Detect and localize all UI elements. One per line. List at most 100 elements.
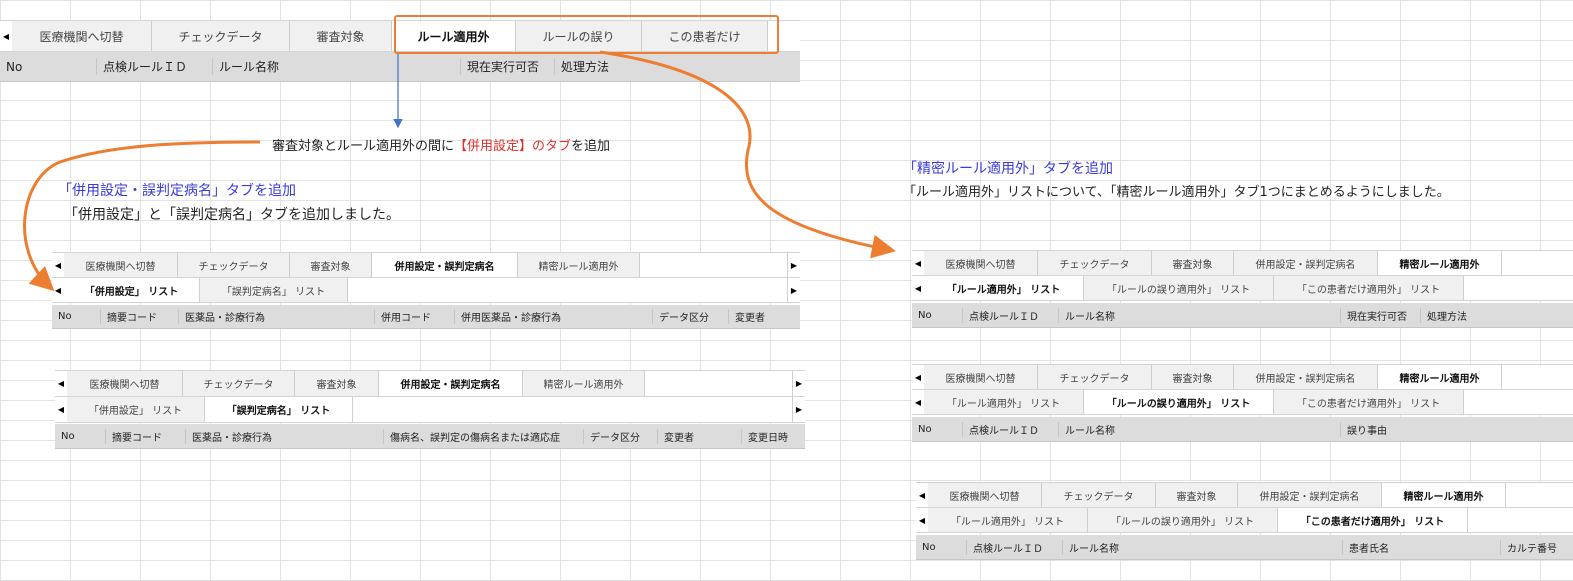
right-panel2-tab-bar: ◀ 医療機関へ切替 チェックデータ 審査対象 併用設定・誤判定病名 精密ルール適… [912, 364, 1573, 390]
scroll-left-icon[interactable]: ◀ [912, 365, 924, 389]
tab-combination-misdiagnosis[interactable]: 併用設定・誤判定病名 [372, 253, 518, 277]
col-executable: 現在実行可否 [1340, 307, 1420, 323]
tab-precise-rule-excluded[interactable]: 精密ルール適用外 [523, 371, 645, 396]
col-rule-name: ルール名称 [212, 58, 460, 75]
tab-check-data[interactable]: チェックデータ [178, 253, 290, 277]
tab-switch-institution[interactable]: 医療機関へ切替 [67, 371, 183, 396]
subtab-rule-excluded-list[interactable]: 「ルール適用外」 リスト [928, 508, 1088, 532]
scroll-left-icon[interactable]: ◀ [912, 251, 924, 275]
subtab-rule-error-list[interactable]: 「ルールの誤り適用外」 リスト [1088, 508, 1278, 532]
tab-precise-rule-excluded[interactable]: 精密ルール適用外 [1378, 365, 1502, 389]
tab-precise-rule-excluded[interactable]: 精密ルール適用外 [518, 253, 640, 277]
scroll-right-icon[interactable]: ▶ [793, 371, 805, 396]
scroll-left-icon[interactable]: ◀ [52, 278, 64, 302]
tab-switch-institution[interactable]: 医療機関へ切替 [924, 251, 1038, 275]
tab-combination-misdiagnosis[interactable]: 併用設定・誤判定病名 [1234, 251, 1378, 275]
col-rule-id: 点検ルールＩＤ [966, 539, 1062, 555]
note-add-tab-highlight: 【併用設定】のタブ [454, 139, 572, 154]
tab-review-target[interactable]: 審査対象 [290, 21, 392, 51]
col-drug-treatment: 医薬品・診療行為 [185, 428, 383, 444]
left-section-desc: 「併用設定」と「誤判定病名」タブを追加しました。 [64, 207, 400, 223]
right-panel3-column-header: No 点検ルールＩＤ ルール名称 患者氏名 カルテ番号 [916, 535, 1573, 560]
scroll-left-icon[interactable]: ◀ [912, 390, 924, 414]
tab-rule-excluded[interactable]: ルール適用外 [392, 21, 516, 51]
subtab-this-patient-list[interactable]: 「この患者だけ適用外」 リスト [1278, 508, 1468, 532]
left-panel2-column-header: No 摘要コード 医薬品・診療行為 傷病名、誤判定の傷病名または適応症 データ区… [55, 424, 805, 449]
tab-switch-institution[interactable]: 医療機関へ切替 [12, 21, 152, 51]
tab-spacer [640, 253, 788, 277]
subtab-rule-error-list[interactable]: 「ルールの誤り適用外」 リスト [1084, 390, 1274, 414]
tab-combination-misdiagnosis[interactable]: 併用設定・誤判定病名 [379, 371, 523, 396]
subtab-misdiagnosis-list[interactable]: 「誤判定病名」 リスト [205, 397, 353, 422]
tab-combination-misdiagnosis[interactable]: 併用設定・誤判定病名 [1234, 365, 1378, 389]
left-panel2-subtab-bar: ◀ 「併用設定」 リスト 「誤判定病名」 リスト ▶ [55, 397, 805, 423]
subtab-combination-list[interactable]: 「併用設定」 リスト [67, 397, 205, 422]
tab-review-target[interactable]: 審査対象 [1152, 365, 1234, 389]
subtab-this-patient-list[interactable]: 「この患者だけ適用外」 リスト [1274, 390, 1464, 414]
col-process: 処理方法 [554, 58, 654, 75]
note-add-tab-post: を追加 [571, 139, 611, 154]
right-section-desc: 「ルール適用外」リストについて、「精密ルール適用外」タブ1つにまとめるようにしま… [903, 185, 1450, 200]
col-drug-treatment: 医薬品・診療行為 [178, 309, 374, 324]
tab-combination-misdiagnosis[interactable]: 併用設定・誤判定病名 [1238, 483, 1382, 507]
tab-spacer [353, 397, 793, 422]
subtab-rule-excluded-list[interactable]: 「ルール適用外」 リスト [924, 390, 1084, 414]
tab-spacer [1502, 251, 1573, 275]
tab-spacer [1464, 390, 1573, 414]
tab-switch-institution[interactable]: 医療機関へ切替 [928, 483, 1042, 507]
tab-this-patient-only[interactable]: この患者だけ [642, 21, 768, 51]
col-rule-id: 点検ルールＩＤ [96, 58, 212, 75]
subtab-misdiagnosis-list[interactable]: 「誤判定病名」 リスト [200, 278, 348, 302]
left-panel1-tab-bar: ◀ 医療機関へ切替 チェックデータ 審査対象 併用設定・誤判定病名 精密ルール適… [52, 252, 800, 278]
right-panel1-tab-bar: ◀ 医療機関へ切替 チェックデータ 審査対象 併用設定・誤判定病名 精密ルール適… [912, 250, 1573, 276]
right-panel3-subtab-bar: ◀ 「ルール適用外」 リスト 「ルールの誤り適用外」 リスト 「この患者だけ適用… [916, 508, 1573, 533]
tab-check-data[interactable]: チェックデータ [1038, 251, 1152, 275]
tab-check-data[interactable]: チェックデータ [152, 21, 290, 51]
subtab-combination-list[interactable]: 「併用設定」 リスト [64, 278, 200, 302]
tab-review-target[interactable]: 審査対象 [295, 371, 379, 396]
subtab-rule-error-list[interactable]: 「ルールの誤り適用外」 リスト [1084, 276, 1274, 300]
scroll-left-icon[interactable]: ◀ [55, 371, 67, 396]
col-no: No [58, 311, 72, 322]
col-executable: 現在実行可否 [460, 58, 554, 75]
subtab-this-patient-list[interactable]: 「この患者だけ適用外」 リスト [1274, 276, 1464, 300]
tab-review-target[interactable]: 審査対象 [290, 253, 372, 277]
tab-spacer [768, 21, 800, 51]
col-rule-name: ルール名称 [1058, 421, 1340, 437]
note-add-tab-pre: 審査対象とルール適用外の間に [272, 139, 455, 154]
left-section-title: 「併用設定・誤判定病名」タブを追加 [58, 183, 296, 199]
tab-spacer [1502, 365, 1573, 389]
tab-spacer [1464, 276, 1573, 300]
scroll-right-icon[interactable]: ▶ [793, 397, 805, 422]
col-summary-code: 摘要コード [100, 309, 178, 324]
col-combination-drug: 併用医薬品・診療行為 [454, 309, 652, 324]
tab-precise-rule-excluded[interactable]: 精密ルール適用外 [1382, 483, 1506, 507]
col-modifier: 変更者 [657, 428, 741, 444]
col-rule-id: 点検ルールＩＤ [962, 307, 1058, 323]
col-error-reason: 誤り事由 [1340, 421, 1540, 437]
tab-rule-error[interactable]: ルールの誤り [516, 21, 642, 51]
col-rule-id: 点検ルールＩＤ [962, 421, 1058, 437]
tab-switch-institution[interactable]: 医療機関へ切替 [924, 365, 1038, 389]
tab-review-target[interactable]: 審査対象 [1152, 251, 1234, 275]
tab-switch-institution[interactable]: 医療機関へ切替 [64, 253, 178, 277]
scroll-right-icon[interactable]: ▶ [788, 278, 800, 302]
scroll-left-icon[interactable]: ◀ [912, 276, 924, 300]
tab-precise-rule-excluded[interactable]: 精密ルール適用外 [1378, 251, 1502, 275]
scroll-left-icon[interactable]: ◀ [0, 21, 12, 51]
scroll-left-icon[interactable]: ◀ [916, 483, 928, 507]
tab-review-target[interactable]: 審査対象 [1156, 483, 1238, 507]
scroll-left-icon[interactable]: ◀ [52, 253, 64, 277]
scroll-left-icon[interactable]: ◀ [916, 508, 928, 532]
scroll-left-icon[interactable]: ◀ [55, 397, 67, 422]
tab-check-data[interactable]: チェックデータ [1038, 365, 1152, 389]
subtab-rule-excluded-list[interactable]: 「ルール適用外」 リスト [924, 276, 1084, 300]
tab-check-data[interactable]: チェックデータ [1042, 483, 1156, 507]
col-modified-at: 変更日時 [741, 428, 805, 444]
col-no: No [918, 309, 932, 321]
tab-check-data[interactable]: チェックデータ [183, 371, 295, 396]
scroll-right-icon[interactable]: ▶ [788, 253, 800, 277]
col-no: No [918, 423, 932, 435]
tab-spacer [645, 371, 793, 396]
right-panel2-column-header: No 点検ルールＩＤ ルール名称 誤り事由 [912, 417, 1573, 442]
